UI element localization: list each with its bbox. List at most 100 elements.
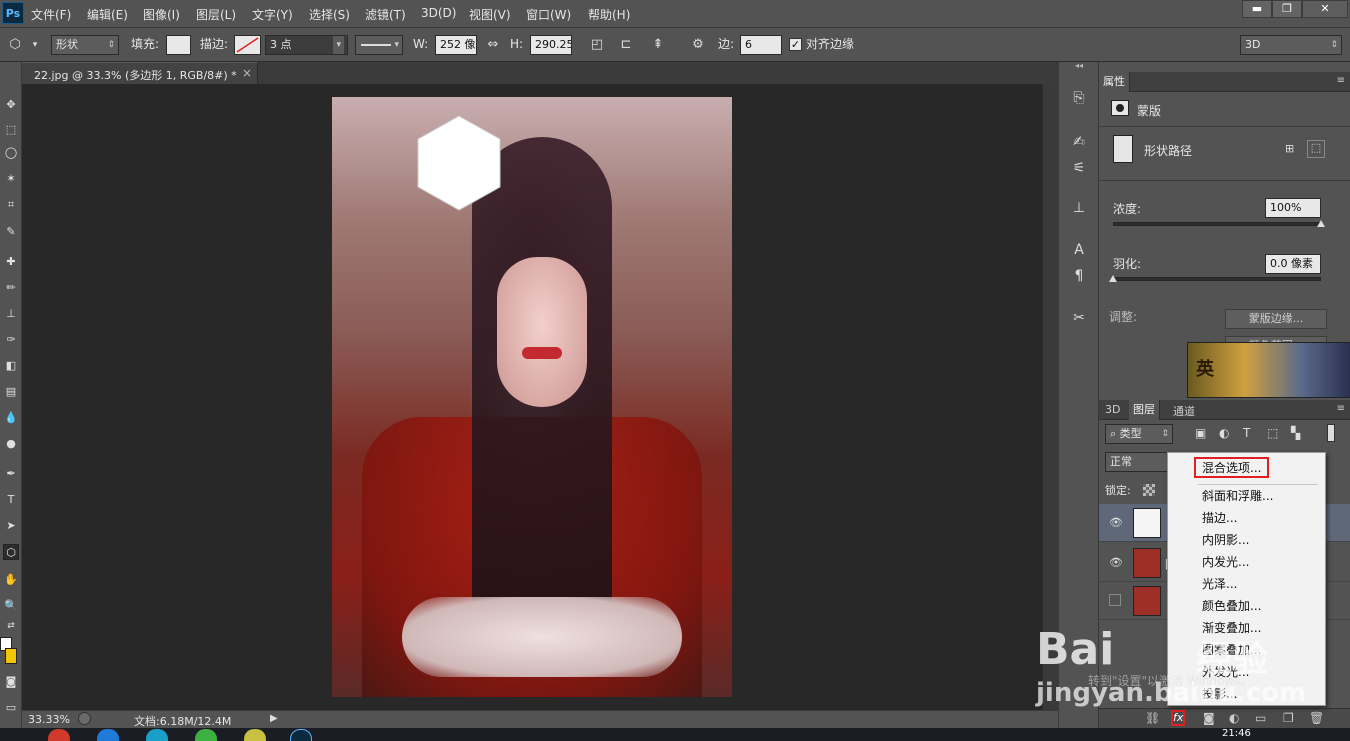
mask-edge-button[interactable]: 蒙版边缘... (1225, 309, 1327, 329)
panel-menu-icon[interactable]: ≡ (1337, 403, 1345, 414)
menu-item-blending-options[interactable]: 混合选项... (1202, 458, 1261, 478)
width-input[interactable]: 252 像: (435, 35, 477, 55)
eye-icon[interactable]: 👁 (1109, 556, 1123, 569)
dodge-tool-icon[interactable]: ● (3, 436, 19, 452)
add-vector-mask-icon[interactable]: ⊞ (1285, 142, 1301, 156)
panel-menu-icon[interactable]: ≡ (1337, 75, 1345, 86)
tab-properties[interactable]: 属性 (1099, 72, 1130, 92)
maximize-button[interactable]: ❐ (1272, 0, 1302, 18)
gear-icon[interactable]: ⚙ (689, 36, 707, 54)
menu-item-inner-shadow[interactable]: 内阴影... (1202, 530, 1249, 550)
select-path-icon[interactable]: ⬚ (1307, 140, 1325, 158)
filter-adjustment-icon[interactable]: ◐ (1219, 426, 1229, 440)
background-color-swatch[interactable] (5, 648, 17, 664)
density-input[interactable]: 100% (1265, 198, 1321, 218)
document-tab[interactable]: 22.jpg @ 33.3% (多边形 1, RGB/8#) * × (22, 62, 258, 84)
menu-3d[interactable]: 3D(D) (421, 6, 456, 20)
brush-presets-icon[interactable]: ⚟ (1069, 158, 1089, 178)
eye-icon[interactable]: 👁 (1109, 516, 1123, 529)
eraser-tool-icon[interactable]: ◧ (3, 358, 19, 374)
lasso-tool-icon[interactable]: ◯ (3, 145, 19, 161)
menu-edit[interactable]: 编辑(E) (87, 6, 128, 23)
menu-image[interactable]: 图像(I) (143, 6, 180, 23)
pen-tool-icon[interactable]: ✒ (3, 466, 19, 482)
path-alignment-icon[interactable]: ⊏ (617, 36, 635, 54)
taskbar-app-icon[interactable] (195, 729, 217, 741)
screen-mode-icon[interactable]: ▭ (3, 700, 19, 716)
share-icon[interactable] (78, 712, 91, 725)
lock-transparent-icon[interactable] (1143, 484, 1155, 496)
close-tab-icon[interactable]: × (242, 66, 252, 80)
character-panel-icon[interactable]: A (1069, 240, 1089, 260)
workspace-select[interactable]: 3D ⇕ (1240, 35, 1342, 55)
feather-slider-thumb[interactable] (1109, 275, 1117, 282)
menu-file[interactable]: 文件(F) (31, 6, 71, 23)
stroke-type-select[interactable]: ▾ (355, 35, 403, 55)
menu-layer[interactable]: 图层(L) (196, 6, 236, 23)
paragraph-panel-icon[interactable]: ¶ (1069, 266, 1089, 286)
status-menu-arrow-icon[interactable]: ▶ (270, 713, 278, 724)
taskbar-photoshop-icon[interactable] (290, 729, 312, 741)
menu-filter[interactable]: 滤镜(T) (365, 6, 406, 23)
blur-tool-icon[interactable]: 💧 (3, 410, 19, 426)
menu-item-satin[interactable]: 光泽... (1202, 574, 1237, 594)
menu-view[interactable]: 视图(V) (469, 6, 511, 23)
new-group-icon[interactable]: ▭ (1255, 711, 1266, 725)
gradient-tool-icon[interactable]: ▤ (3, 384, 19, 400)
link-layers-icon[interactable]: ⛓ (1145, 711, 1160, 725)
zoom-tool-icon[interactable]: 🔍 (3, 598, 19, 614)
add-mask-icon[interactable]: ◙ (1203, 711, 1215, 725)
filter-shape-icon[interactable]: ⬚ (1267, 426, 1278, 440)
visibility-toggle[interactable] (1109, 594, 1121, 606)
feather-slider[interactable] (1113, 277, 1321, 281)
stroke-width-select[interactable]: 3 点 ▾ (265, 35, 348, 55)
align-edges-checkbox[interactable]: ✓ (789, 38, 802, 51)
vertical-scrollbar[interactable] (1042, 84, 1058, 710)
swap-colors-icon[interactable]: ⇄ (3, 618, 19, 634)
menu-select[interactable]: 选择(S) (309, 6, 350, 23)
filter-type-icon[interactable]: T (1243, 426, 1250, 440)
clone-stamp-tool-icon[interactable]: ⊥ (3, 306, 19, 322)
chevron-down-icon[interactable]: ▾ (26, 36, 44, 54)
taskbar-app-icon[interactable] (48, 729, 70, 741)
layer-filter-select[interactable]: ⌕ 类型 ⇕ (1105, 424, 1173, 444)
taskbar-app-icon[interactable] (146, 729, 168, 741)
menu-type[interactable]: 文字(Y) (252, 6, 293, 23)
menu-help[interactable]: 帮助(H) (588, 6, 630, 23)
healing-brush-tool-icon[interactable]: ✚ (3, 254, 19, 270)
crop-tool-icon[interactable]: ⌗ (3, 197, 19, 213)
taskbar-app-icon[interactable] (244, 729, 266, 741)
history-panel-icon[interactable]: ⎘ (1069, 88, 1089, 108)
new-layer-icon[interactable]: ❐ (1283, 711, 1294, 725)
eyedropper-tool-icon[interactable]: ✎ (3, 224, 19, 240)
minimize-button[interactable]: ▬ (1242, 0, 1272, 18)
brush-panel-icon[interactable]: ✍ (1069, 132, 1089, 152)
hand-tool-icon[interactable]: ✋ (3, 572, 19, 588)
menu-window[interactable]: 窗口(W) (526, 6, 571, 23)
feather-input[interactable]: 0.0 像素 (1265, 254, 1321, 274)
clone-source-icon[interactable]: ⊥ (1069, 198, 1089, 218)
tab-channels[interactable]: 通道 (1169, 403, 1199, 419)
sides-input[interactable]: 6 (740, 35, 782, 55)
menu-item-bevel-emboss[interactable]: 斜面和浮雕... (1202, 486, 1273, 506)
link-icon[interactable]: ⇔ (484, 36, 502, 54)
density-slider[interactable] (1113, 222, 1321, 226)
filter-pixel-icon[interactable]: ▣ (1195, 426, 1206, 440)
fx-icon[interactable]: fx (1171, 710, 1185, 726)
move-tool-icon[interactable]: ✥ (3, 97, 19, 113)
trash-icon[interactable]: 🗑 (1309, 711, 1324, 725)
path-arrangement-icon[interactable]: ⇞ (649, 36, 667, 54)
magic-wand-tool-icon[interactable]: ✶ (3, 171, 19, 187)
type-tool-icon[interactable]: T (3, 492, 19, 508)
path-selection-tool-icon[interactable]: ➤ (3, 518, 19, 534)
hexagon-shape-layer[interactable] (417, 115, 501, 211)
menu-item-inner-glow[interactable]: 内发光... (1202, 552, 1249, 572)
collapse-arrows-icon[interactable]: ◂◂ (1059, 62, 1099, 70)
filter-toggle-switch[interactable] (1327, 424, 1335, 442)
menu-item-color-overlay[interactable]: 颜色叠加... (1202, 596, 1261, 616)
quick-mask-icon[interactable]: ◙ (3, 674, 19, 690)
filter-smart-object-icon[interactable]: ▚ (1291, 426, 1300, 440)
stroke-swatch[interactable] (234, 35, 261, 55)
height-input[interactable]: 290.25 (530, 35, 572, 55)
history-brush-tool-icon[interactable]: ✑ (3, 332, 19, 348)
